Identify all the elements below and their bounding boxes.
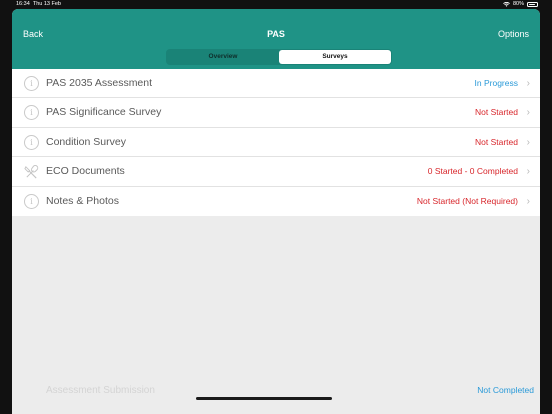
segment-overview[interactable]: Overview bbox=[167, 50, 279, 64]
list-item-status: In Progress bbox=[474, 78, 518, 88]
info-icon: i bbox=[24, 105, 39, 121]
segment-surveys[interactable]: Surveys bbox=[279, 50, 391, 64]
list-item[interactable]: i Condition Survey Not Started › bbox=[12, 128, 540, 158]
survey-list: i PAS 2035 Assessment In Progress › i PA… bbox=[12, 69, 540, 216]
list-item[interactable]: ECO Documents 0 Started - 0 Completed › bbox=[12, 157, 540, 187]
status-time-date: 16:34 Thu 13 Feb bbox=[16, 0, 61, 9]
chevron-right-icon: › bbox=[526, 136, 530, 148]
list-item[interactable]: i PAS 2035 Assessment In Progress › bbox=[12, 69, 540, 99]
list-item-status: 0 Started - 0 Completed bbox=[427, 166, 518, 177]
list-item-label: Condition Survey bbox=[46, 135, 126, 148]
chevron-right-icon: › bbox=[526, 107, 530, 119]
navigation-bar: Back PAS Options Overview Surveys bbox=[12, 9, 540, 69]
list-item-status: Not Started bbox=[475, 136, 518, 147]
list-item-status: Not Started (Not Required) bbox=[416, 195, 518, 206]
list-item[interactable]: i PAS Significance Survey Not Started › bbox=[12, 98, 540, 128]
status-bar: 16:34 Thu 13 Feb 80% bbox=[0, 0, 552, 9]
tools-icon bbox=[24, 165, 39, 179]
chevron-right-icon: › bbox=[526, 78, 530, 89]
info-icon: i bbox=[24, 193, 39, 209]
status-indicators: 80% bbox=[503, 0, 538, 9]
wifi-icon bbox=[503, 2, 510, 7]
list-item-label: PAS 2035 Assessment bbox=[46, 77, 153, 89]
status-date: Thu 13 Feb bbox=[32, 1, 61, 7]
ipad-screen: 16:34 Thu 13 Feb 80% Back PAS Options Ov… bbox=[0, 0, 552, 414]
battery-percent: 80% bbox=[512, 1, 524, 7]
submission-status: Not Completed bbox=[477, 385, 534, 395]
submission-label: Assessment Submission bbox=[46, 385, 155, 396]
list-item-label: Notes & Photos bbox=[46, 194, 119, 207]
info-icon: i bbox=[24, 134, 39, 150]
list-item-status: Not Started bbox=[475, 107, 518, 118]
chevron-right-icon: › bbox=[526, 195, 530, 207]
battery-icon bbox=[527, 2, 538, 7]
status-time: 16:34 bbox=[16, 1, 30, 7]
list-item[interactable]: i Notes & Photos Not Started (Not Requir… bbox=[12, 187, 540, 216]
options-button[interactable]: Options bbox=[498, 28, 529, 40]
list-item-label: PAS Significance Survey bbox=[46, 106, 162, 119]
home-indicator bbox=[196, 397, 332, 400]
segmented-control: Overview Surveys bbox=[166, 49, 392, 65]
battery-fill bbox=[528, 3, 535, 6]
page-title: PAS bbox=[267, 29, 285, 39]
app-window: Back PAS Options Overview Surveys i PAS … bbox=[12, 9, 540, 414]
chevron-right-icon: › bbox=[526, 166, 530, 178]
info-icon: i bbox=[24, 76, 39, 91]
list-item-label: ECO Documents bbox=[46, 165, 125, 178]
